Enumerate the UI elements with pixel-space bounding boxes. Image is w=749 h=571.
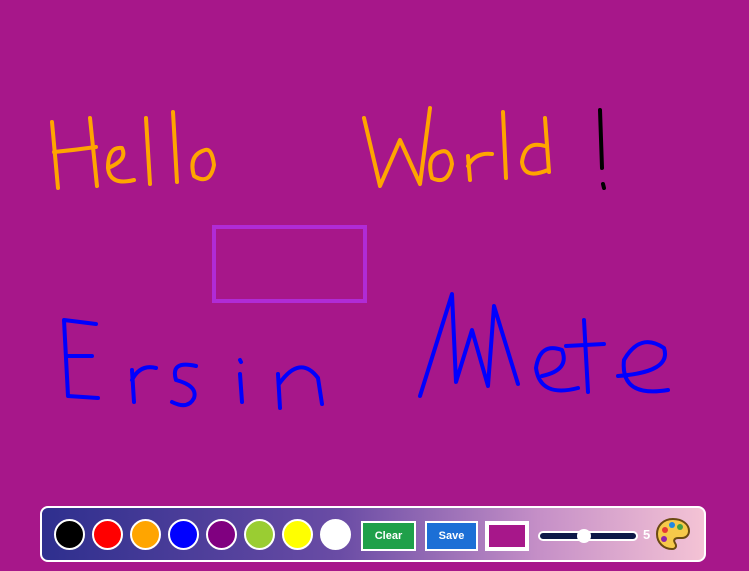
text-world-strokes xyxy=(362,106,551,188)
swatch-yellow[interactable] xyxy=(282,519,313,550)
text-exclaim-strokes xyxy=(598,108,606,190)
text-hello-strokes xyxy=(50,110,216,190)
brush-size-slider[interactable] xyxy=(538,529,638,543)
swatch-green[interactable] xyxy=(244,519,275,550)
drawing-canvas[interactable] xyxy=(0,0,749,571)
brush-size-value: 5 xyxy=(643,527,651,542)
slider-thumb[interactable] xyxy=(577,529,592,543)
text-mete-strokes xyxy=(418,292,670,398)
drawing-strokes xyxy=(50,106,670,410)
color-picker[interactable] xyxy=(485,521,529,551)
swatch-orange[interactable] xyxy=(130,519,161,550)
drawing-toolbar: Clear Save 5 xyxy=(40,506,706,562)
clear-button[interactable]: Clear xyxy=(361,521,416,551)
drawn-rectangle xyxy=(212,225,367,303)
swatch-purple[interactable] xyxy=(206,519,237,550)
swatch-blue[interactable] xyxy=(168,519,199,550)
swatch-white[interactable] xyxy=(320,519,351,550)
current-color-fill xyxy=(489,525,525,547)
palette-icon[interactable] xyxy=(655,516,691,552)
swatch-red[interactable] xyxy=(92,519,123,550)
swatch-black[interactable] xyxy=(54,519,85,550)
save-button[interactable]: Save xyxy=(425,521,478,551)
text-ersin-strokes xyxy=(62,318,324,410)
